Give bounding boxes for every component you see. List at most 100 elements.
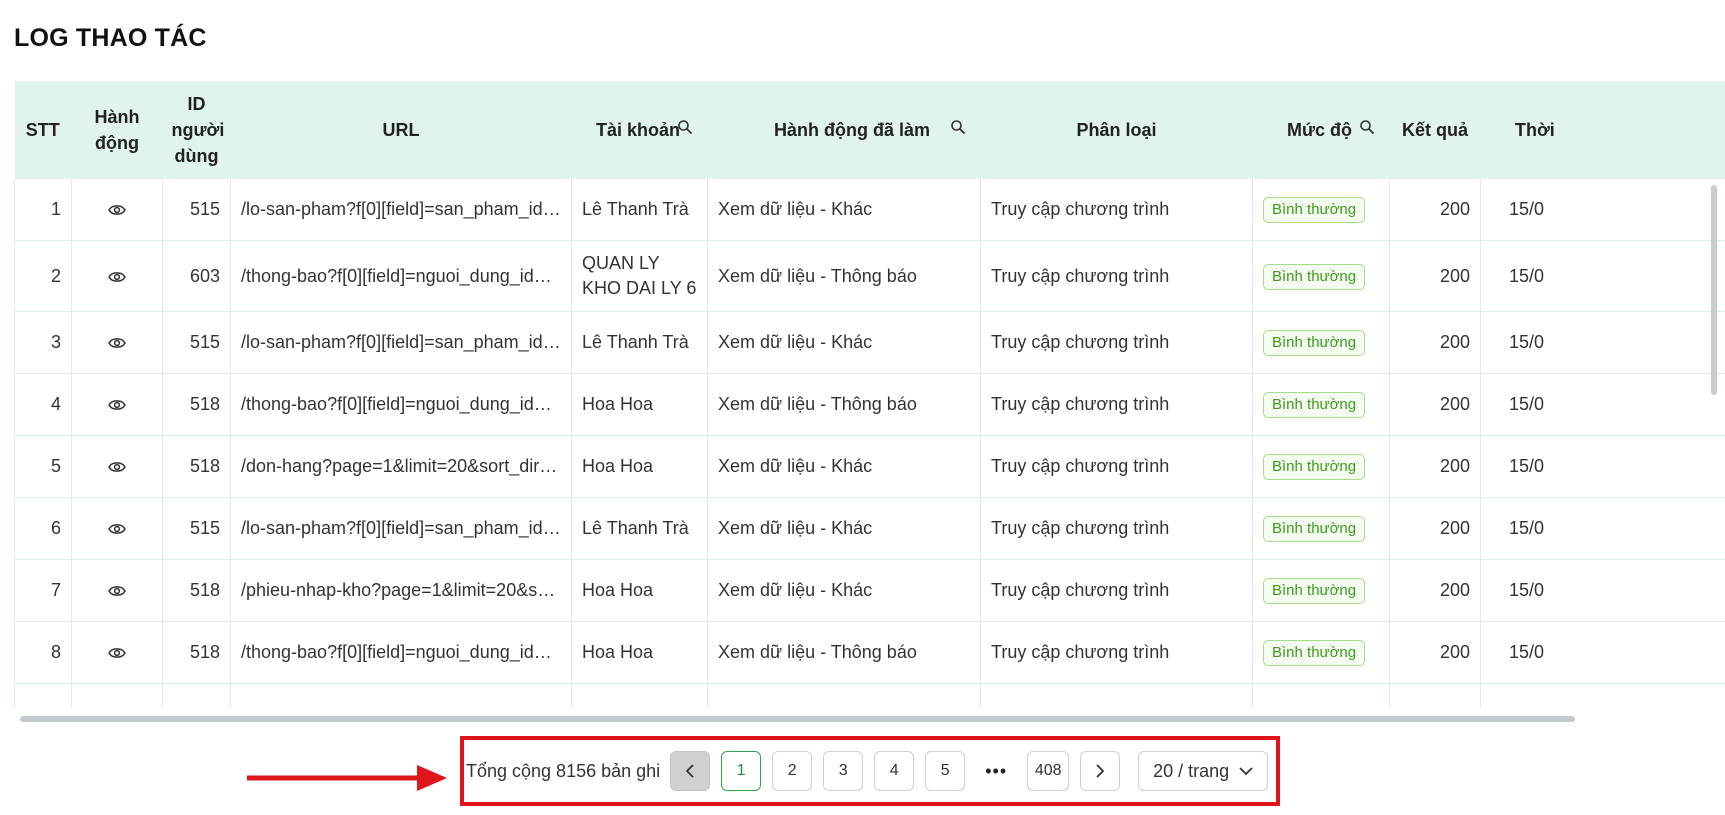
cell-stt: 4 xyxy=(14,373,72,436)
cell-level: Bình thường xyxy=(1252,559,1390,622)
prev-page-button[interactable] xyxy=(670,751,711,791)
cell-url: /thong-bao?f[0][field]=nguoi_dung_id&f[0… xyxy=(230,240,572,312)
cell-view-action[interactable] xyxy=(71,240,163,312)
table-row: 3 515/lo-san-pham?f[0][field]=san_pham_id… xyxy=(14,311,1725,374)
cell-stt: 8 xyxy=(14,621,72,684)
cell-url: /lo-san-pham?f[0][field]=san_pham_id&f[0… xyxy=(230,497,572,560)
page-button-2[interactable]: 2 xyxy=(772,751,813,791)
cell-empty xyxy=(1480,683,1725,708)
cell-url: /lo-san-pham?f[0][field]=san_pham_id&f[0… xyxy=(230,179,572,241)
cell-view-action[interactable] xyxy=(71,559,163,622)
cell-account: QUAN LY KHO DAI LY 6 xyxy=(571,240,708,312)
total-records: Tổng cộng 8156 bản ghi xyxy=(466,760,661,781)
cell-empty xyxy=(707,683,981,708)
col-header-tai-khoan: Tài khoản xyxy=(571,81,708,179)
horizontal-scrollbar[interactable] xyxy=(20,716,1575,722)
cell-level: Bình thường xyxy=(1252,311,1390,374)
cell-stt: 1 xyxy=(14,179,72,241)
eye-icon xyxy=(108,271,126,282)
cell-view-action[interactable] xyxy=(71,435,163,498)
cell-stt: 6 xyxy=(14,497,72,560)
cell-result: 200 xyxy=(1389,311,1481,374)
cell-account: Lê Thanh Trà xyxy=(571,311,708,374)
search-icon[interactable] xyxy=(1359,119,1375,135)
cell-result: 200 xyxy=(1389,179,1481,241)
cell-action-done: Xem dữ liệu - Thông báo xyxy=(707,621,981,684)
page-size-value: 20 / trang xyxy=(1153,760,1230,781)
cell-url: /lo-san-pham?f[0][field]=san_pham_id&f[0… xyxy=(230,311,572,374)
search-icon[interactable] xyxy=(677,119,693,135)
cell-category: Truy cập chương trình xyxy=(980,497,1253,560)
cell-view-action[interactable] xyxy=(71,497,163,560)
page-button-5[interactable]: 5 xyxy=(925,751,966,791)
cell-level: Bình thường xyxy=(1252,373,1390,436)
cell-category: Truy cập chương trình xyxy=(980,311,1253,374)
cell-view-action[interactable] xyxy=(71,621,163,684)
log-table: STT Hành động ID người dùng URL Tài khoả… xyxy=(14,81,1725,708)
cell-level: Bình thường xyxy=(1252,497,1390,560)
cell-time: 15/0 xyxy=(1480,179,1725,241)
chevron-left-icon xyxy=(685,764,694,778)
status-badge: Bình thường xyxy=(1263,578,1366,604)
cell-view-action[interactable] xyxy=(71,373,163,436)
cell-view-action[interactable] xyxy=(71,179,163,241)
eye-icon xyxy=(108,400,126,411)
eye-icon xyxy=(108,524,126,535)
chevron-right-icon xyxy=(1096,764,1105,778)
page-size-select[interactable]: 20 / trang xyxy=(1138,751,1269,791)
cell-action-done: Xem dữ liệu - Khác xyxy=(707,497,981,560)
pagination-ellipsis[interactable]: ••• xyxy=(976,761,1016,782)
cell-level: Bình thường xyxy=(1252,240,1390,312)
cell-result: 200 xyxy=(1389,621,1481,684)
cell-level: Bình thường xyxy=(1252,435,1390,498)
col-header-hanh-dong-da-lam: Hành động đã làm xyxy=(707,81,981,179)
cell-empty xyxy=(230,683,572,708)
page-button-3[interactable]: 3 xyxy=(823,751,864,791)
cell-account: Hoa Hoa xyxy=(571,621,708,684)
horizontal-scrollbar-thumb[interactable] xyxy=(20,716,1575,722)
cell-category: Truy cập chương trình xyxy=(980,373,1253,436)
log-table-container: STT Hành động ID người dùng URL Tài khoả… xyxy=(14,81,1725,708)
table-row: 4 518/thong-bao?f[0][field]=nguoi_dung_id… xyxy=(14,373,1725,436)
cell-url: /thong-bao?f[0][field]=nguoi_dung_id&f[0… xyxy=(230,621,572,684)
cell-account: Hoa Hoa xyxy=(571,559,708,622)
status-badge: Bình thường xyxy=(1263,330,1366,356)
cell-empty xyxy=(1252,683,1390,708)
cell-url: /phieu-nhap-kho?page=1&limit=20&sort_d..… xyxy=(230,559,572,622)
cell-user-id: 515 xyxy=(162,497,231,560)
status-badge: Bình thường xyxy=(1263,640,1366,666)
cell-category: Truy cập chương trình xyxy=(980,179,1253,241)
cell-result: 200 xyxy=(1389,497,1481,560)
page-button-1[interactable]: 1 xyxy=(721,751,762,791)
col-header-phan-loai: Phân loại xyxy=(980,81,1253,179)
vertical-scrollbar[interactable] xyxy=(1711,185,1717,395)
table-row: 2 603/thong-bao?f[0][field]=nguoi_dung_id… xyxy=(14,240,1725,312)
cell-time: 15/0 xyxy=(1480,373,1725,436)
search-icon[interactable] xyxy=(950,119,966,135)
arrow-right-icon xyxy=(247,765,447,791)
table-row: 1 515/lo-san-pham?f[0][field]=san_pham_id… xyxy=(14,179,1725,241)
cell-account: Lê Thanh Trà xyxy=(571,497,708,560)
cell-user-id: 518 xyxy=(162,435,231,498)
cell-category: Truy cập chương trình xyxy=(980,240,1253,312)
eye-icon xyxy=(108,648,126,659)
table-row: 6 515/lo-san-pham?f[0][field]=san_pham_id… xyxy=(14,497,1725,560)
cell-url: /don-hang?page=1&limit=20&sort_directio.… xyxy=(230,435,572,498)
page-button-4[interactable]: 4 xyxy=(874,751,915,791)
pagination: Tổng cộng 8156 bản ghi 1 2 3 4 5 ••• 408… xyxy=(466,750,1269,792)
next-page-button[interactable] xyxy=(1080,751,1121,791)
table-row: 5 518/don-hang?page=1&limit=20&sort_direc… xyxy=(14,435,1725,498)
page-button-last[interactable]: 408 xyxy=(1027,751,1070,791)
cell-user-id: 515 xyxy=(162,311,231,374)
eye-icon xyxy=(108,462,126,473)
cell-view-action[interactable] xyxy=(71,311,163,374)
table-header-row: STT Hành động ID người dùng URL Tài khoả… xyxy=(14,81,1725,179)
cell-empty xyxy=(162,683,231,708)
cell-action-done: Xem dữ liệu - Khác xyxy=(707,435,981,498)
table-row: 7 518/phieu-nhap-kho?page=1&limit=20&sort… xyxy=(14,559,1725,622)
cell-action-done: Xem dữ liệu - Khác xyxy=(707,559,981,622)
cell-stt: 5 xyxy=(14,435,72,498)
cell-account: Hoa Hoa xyxy=(571,373,708,436)
status-badge: Bình thường xyxy=(1263,516,1366,542)
cell-account: Lê Thanh Trà xyxy=(571,179,708,241)
